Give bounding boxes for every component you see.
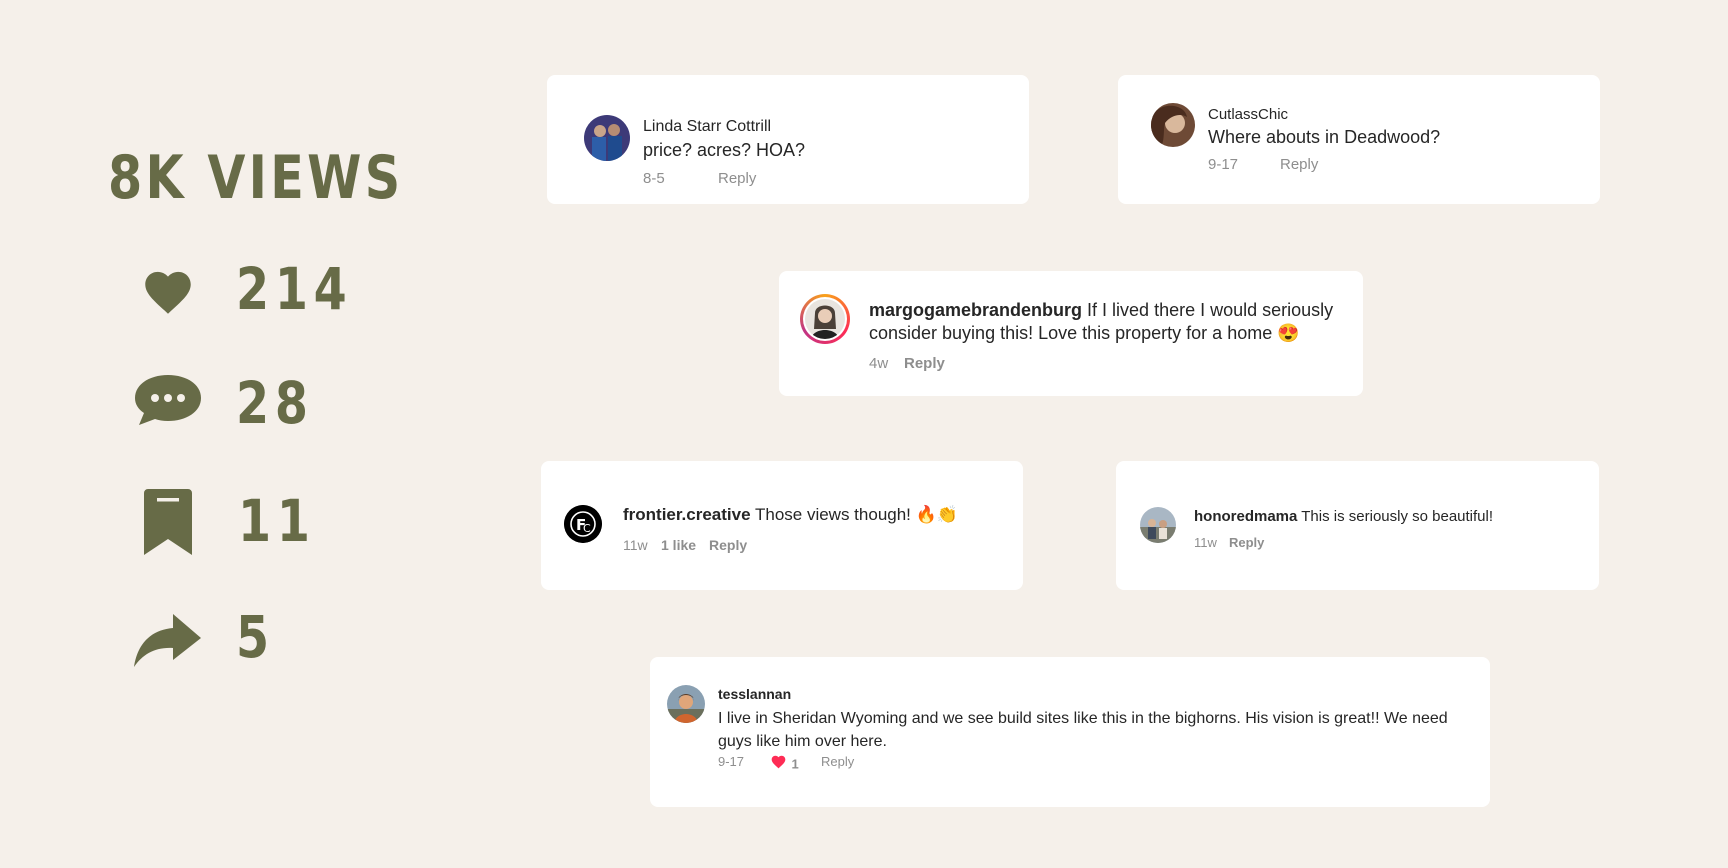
comment-text: I live in Sheridan Wyoming and we see bu… bbox=[718, 710, 1448, 750]
reply-button[interactable]: Reply bbox=[709, 537, 747, 553]
views-count: 8K VIEWS bbox=[108, 143, 404, 213]
comment-username[interactable]: Linda Starr Cottrill bbox=[643, 118, 771, 136]
reply-button[interactable]: Reply bbox=[904, 355, 945, 372]
stats-panel: 8K VIEWS 214 28 11 5 bbox=[0, 0, 480, 868]
comment-bubble-icon bbox=[133, 373, 203, 427]
shares-count: 5 bbox=[236, 603, 275, 671]
comment-text: Those views though! 🔥👏 bbox=[754, 505, 958, 524]
comment-username[interactable]: honoredmama bbox=[1194, 508, 1297, 525]
comment-body: frontier.creative Those views though! 🔥👏 bbox=[623, 505, 958, 525]
comment-timestamp: 8-5 bbox=[643, 170, 665, 187]
comment-timestamp: 9-17 bbox=[1208, 156, 1239, 173]
comment-card: margogamebrandenburg If I lived there I … bbox=[779, 271, 1363, 396]
likes-count: 214 bbox=[236, 255, 353, 323]
avatar[interactable] bbox=[584, 115, 630, 161]
comment-card: CutlassChic Where abouts in Deadwood? 9-… bbox=[1118, 75, 1600, 204]
comments-count: 28 bbox=[236, 369, 314, 437]
comment-username[interactable]: CutlassChic bbox=[1208, 106, 1288, 123]
comment-timestamp: 4w bbox=[869, 355, 889, 372]
comment-text: price? acres? HOA? bbox=[643, 140, 806, 160]
reply-button[interactable]: Reply bbox=[1229, 535, 1264, 550]
reply-button[interactable]: Reply bbox=[718, 170, 756, 187]
comment-like-count: 1 bbox=[791, 756, 799, 772]
reply-button[interactable]: Reply bbox=[1280, 156, 1318, 173]
comment-card: tesslannan I live in Sheridan Wyoming an… bbox=[650, 657, 1490, 807]
reply-button[interactable]: Reply bbox=[821, 754, 854, 769]
comment-card: F C frontier.creative Those views though… bbox=[541, 461, 1023, 590]
comment-timestamp: 9-17 bbox=[718, 754, 745, 769]
comment-text: Where abouts in Deadwood? bbox=[1208, 127, 1441, 147]
avatar[interactable] bbox=[667, 685, 705, 723]
svg-text:C: C bbox=[583, 522, 591, 535]
comment-username[interactable]: tesslannan bbox=[718, 686, 791, 702]
avatar[interactable]: F C bbox=[564, 505, 602, 543]
share-arrow-icon bbox=[133, 612, 203, 668]
comment-username[interactable]: frontier.creative bbox=[623, 505, 751, 524]
comment-timestamp: 11w bbox=[1194, 535, 1217, 550]
comment-timestamp: 11w bbox=[623, 537, 648, 553]
bookmark-icon bbox=[144, 489, 192, 555]
comment-card: honoredmama This is seriously so beautif… bbox=[1116, 461, 1599, 590]
comment-like-count[interactable]: 1 like bbox=[661, 537, 696, 553]
avatar-story-ring[interactable] bbox=[800, 294, 850, 344]
comment-body: honoredmama This is seriously so beautif… bbox=[1194, 508, 1493, 525]
heart-icon bbox=[140, 266, 196, 316]
avatar[interactable] bbox=[1140, 507, 1176, 543]
comment-like[interactable]: 1 bbox=[770, 754, 799, 772]
comment-username[interactable]: margogamebrandenburg bbox=[869, 300, 1082, 320]
comment-card: Linda Starr Cottrill price? acres? HOA? … bbox=[547, 75, 1029, 204]
comment-body: margogamebrandenburg If I lived there I … bbox=[869, 299, 1349, 345]
avatar[interactable] bbox=[1151, 103, 1195, 147]
heart-filled-icon bbox=[770, 754, 787, 774]
saves-count: 11 bbox=[238, 487, 316, 555]
comment-text: This is seriously so beautiful! bbox=[1301, 508, 1494, 525]
